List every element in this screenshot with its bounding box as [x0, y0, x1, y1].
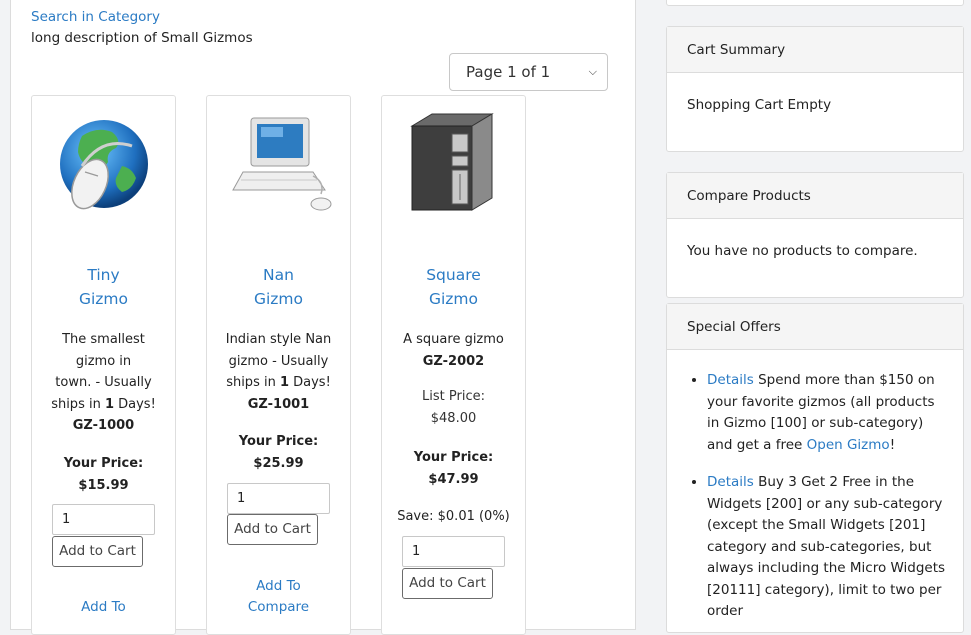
offer-item: Details Buy 3 Get 2 Free in the Widgets …: [707, 472, 949, 623]
offer-details-link[interactable]: Details: [707, 372, 754, 388]
product-name-line2[interactable]: Gizmo: [79, 290, 128, 308]
add-to-compare-link[interactable]: Add To: [32, 597, 175, 618]
special-offers-title: Special Offers: [667, 304, 963, 350]
cart-summary-body: Shopping Cart Empty: [687, 97, 832, 113]
server-tower-image: [410, 113, 494, 211]
list-price-label: List Price:: [422, 389, 485, 404]
product-description: The smallest gizmo in town. - Usually sh…: [51, 332, 156, 433]
page-select[interactable]: Page 1 of 1 ⌵: [449, 53, 608, 91]
chevron-down-icon: ⌵: [588, 65, 597, 78]
product-description: Indian style Nan gizmo - Usually ships i…: [225, 332, 332, 412]
your-price-label: Your Price:: [413, 450, 494, 465]
product-name-line2[interactable]: Gizmo: [429, 290, 478, 308]
add-to-cart-button[interactable]: Add to Cart: [227, 514, 318, 545]
product-card-square-gizmo: Square Gizmo A square gizmo GZ-2002 List…: [381, 95, 526, 635]
product-name[interactable]: Nan Gizmo: [207, 263, 350, 311]
quantity-input[interactable]: 1: [402, 536, 505, 567]
quantity-input[interactable]: 1: [52, 504, 155, 535]
product-card-tiny-gizmo: Tiny Gizmo The smallest gizmo in town. -…: [31, 95, 176, 635]
sidebar-panel-top-stub: [666, 0, 964, 6]
your-price: $25.99: [253, 456, 304, 471]
offer-details-link[interactable]: Details: [707, 474, 754, 490]
product-name-line2[interactable]: Gizmo: [254, 290, 303, 308]
product-name-line1[interactable]: Nan: [263, 266, 294, 284]
quantity-input[interactable]: 1: [227, 483, 330, 514]
product-name-line1[interactable]: Tiny: [87, 266, 119, 284]
compare-products-body: You have no products to compare.: [687, 243, 918, 259]
your-price: $47.99: [428, 472, 479, 487]
product-card-nan-gizmo: Nan Gizmo Indian style Nan gizmo - Usual…: [206, 95, 351, 635]
compare-products-title: Compare Products: [667, 173, 963, 219]
offer-item: Details Spend more than $150 on your fav…: [707, 370, 949, 456]
your-price-label: Your Price:: [63, 456, 144, 471]
search-in-category-link[interactable]: Search in Category: [31, 9, 160, 25]
product-name[interactable]: Tiny Gizmo: [32, 263, 175, 311]
open-gizmo-link[interactable]: Open Gizmo: [807, 437, 890, 453]
product-sku: GZ-1001: [247, 396, 310, 412]
computer-mouse-image: [232, 117, 332, 211]
product-name-line1[interactable]: Square: [426, 266, 481, 284]
category-description: long description of Small Gizmos: [31, 30, 253, 46]
your-price: $15.99: [78, 478, 129, 493]
product-sku: GZ-2002: [422, 353, 485, 369]
product-sku: GZ-1000: [72, 418, 135, 433]
category-panel: Search in Category long description of S…: [10, 0, 636, 635]
cart-summary-panel: Cart Summary Shopping Cart Empty: [666, 26, 964, 152]
product-description: A square gizmo GZ-2002: [403, 332, 504, 369]
save-amount: Save: $0.01 (0%): [397, 509, 510, 524]
add-to-compare-link[interactable]: Add To Compare: [207, 576, 350, 618]
add-to-cart-button[interactable]: Add to Cart: [402, 568, 493, 599]
special-offers-list: Details Spend more than $150 on your fav…: [687, 370, 949, 623]
special-offers-panel: Special Offers Details Spend more than $…: [666, 303, 964, 633]
compare-products-panel: Compare Products You have no products to…: [666, 172, 964, 298]
list-price: $48.00: [430, 411, 477, 426]
globe-mouse-image: [60, 120, 148, 210]
add-to-cart-button[interactable]: Add to Cart: [52, 536, 143, 567]
cart-summary-title: Cart Summary: [667, 27, 963, 73]
your-price-label: Your Price:: [238, 434, 319, 449]
page-select-value: Page 1 of 1: [466, 63, 551, 81]
product-name[interactable]: Square Gizmo: [382, 263, 525, 311]
